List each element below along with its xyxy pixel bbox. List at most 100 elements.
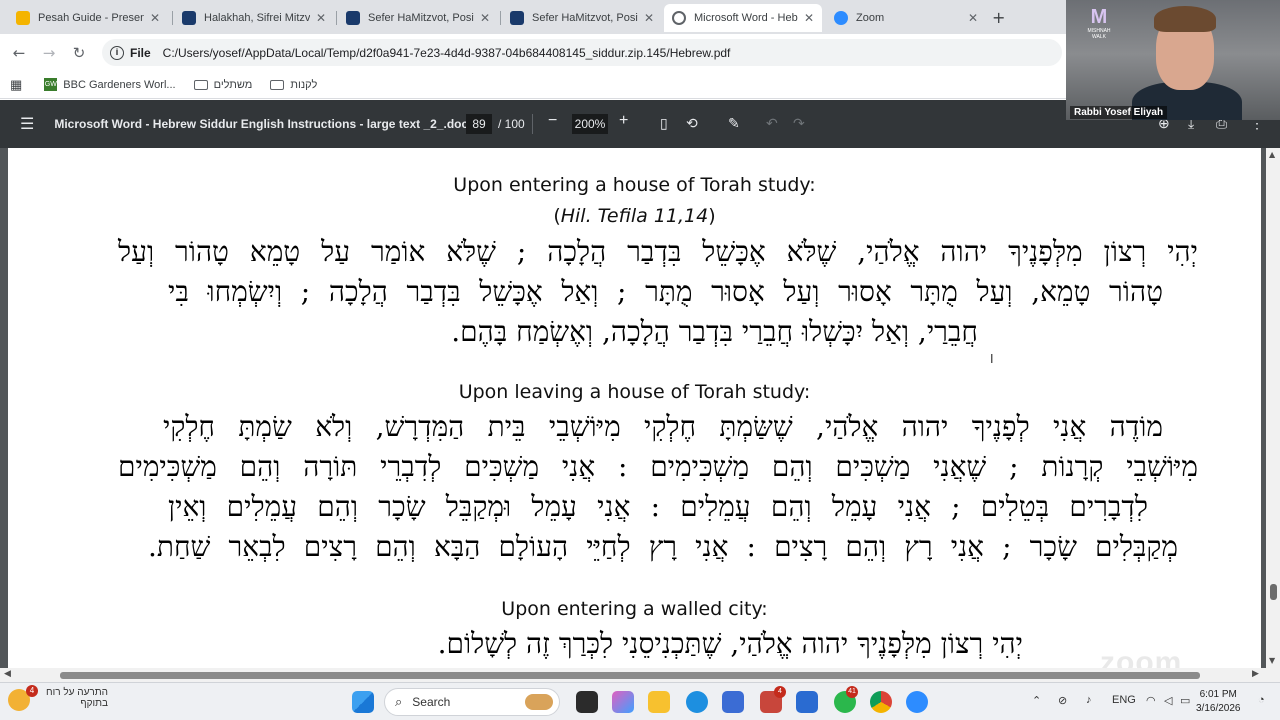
info-icon[interactable]: i (110, 45, 124, 60)
scroll-right-icon[interactable]: ▶ (1252, 669, 1259, 679)
close-icon[interactable]: ✕ (804, 11, 814, 25)
hebrew-line: מְקַבְּלִים שָׂכָר ; אֲנִי רָץ וְהֵם רָצ… (148, 530, 1178, 563)
zoom-app-icon[interactable] (906, 691, 928, 713)
fit-page-icon[interactable]: ▯ (660, 115, 668, 132)
hebrew-prayer-block: יְהִי רְצוֹן מִלְּפָנֶיךָ יהוה אֱלֹהַי, … (118, 232, 1198, 352)
weather-widget[interactable]: התרעה על רוח בתוקף (28, 687, 108, 709)
notification-badge: 4 (774, 686, 786, 698)
webcam-video-overlay: M MISHNAH WALK Rabbi Yosef Eliyah (1066, 0, 1280, 120)
wifi-icon[interactable]: ◠ (1146, 694, 1156, 707)
tab-label: Microsoft Word - Hebre (694, 12, 798, 24)
tab-microsoft-word-pdf[interactable]: Microsoft Word - Hebre ✕ (664, 4, 822, 32)
bookmark-bbc-gardeners[interactable]: GW BBC Gardeners Worl... (44, 78, 176, 91)
tab-label: Sefer HaMitzvot, Positiv (368, 12, 474, 24)
chevron-up-icon[interactable]: ⌃ (1032, 694, 1041, 707)
language-indicator[interactable]: ENG (1112, 694, 1136, 706)
folder-icon (193, 79, 208, 90)
close-icon[interactable]: ✕ (644, 11, 654, 25)
folder-icon (270, 79, 285, 90)
close-icon[interactable]: ✕ (316, 11, 326, 25)
tab-sefer-hamitzvot-2[interactable]: Sefer HaMitzvot, Positiv ✕ (502, 4, 662, 32)
close-icon[interactable]: ✕ (480, 11, 490, 25)
mishnah-walk-logo: M MISHNAH WALK (1084, 6, 1114, 62)
site-favicon-icon (346, 11, 360, 25)
zoom-in-button[interactable]: + (619, 112, 628, 130)
bookmark-folder-1[interactable]: משתלים (193, 79, 252, 91)
vertical-scroll-thumb[interactable] (1270, 584, 1277, 600)
outlook-icon[interactable] (796, 691, 818, 713)
section-heading: Upon entering a walled city: (501, 598, 768, 620)
citation-text: Hil. Tefila 11,14 (560, 205, 709, 227)
tab-zoom[interactable]: Zoom ✕ (826, 4, 986, 32)
task-view-icon[interactable] (576, 691, 598, 713)
redo-icon[interactable]: ↷ (793, 115, 805, 132)
scroll-down-icon[interactable]: ▼ (1269, 656, 1275, 665)
url-text[interactable]: C:/Users/yosef/AppData/Local/Temp/d2f0a9… (163, 46, 731, 60)
forward-arrow-icon[interactable]: → (34, 44, 64, 62)
microsoft-store-icon[interactable] (722, 691, 744, 713)
clock-time: 6:01 PM (1199, 689, 1237, 700)
system-clock[interactable]: 6:01 PM 3/16/2026 (1196, 688, 1241, 716)
vertical-scrollbar[interactable]: ▲ ▼ (1266, 148, 1280, 682)
hebrew-line: טָהוֹר טָמֵא, וְעַל מֻתָּר אָסוּר וְעַל … (168, 275, 1163, 308)
tab-separator (172, 11, 173, 25)
notification-bell-icon[interactable]: ◔ (1258, 694, 1265, 706)
search-label: Search (412, 695, 451, 709)
zoom-out-button[interactable]: − (548, 112, 557, 130)
logo-mark-icon: M (1090, 6, 1108, 28)
tab-halakhah[interactable]: Halakhah, Sifrei Mitzvot ✕ (174, 4, 334, 32)
windows-start-icon[interactable] (352, 691, 374, 713)
undo-icon[interactable]: ↶ (766, 115, 778, 132)
horizontal-scrollbar[interactable]: ◀ ▶ (0, 668, 1266, 682)
apps-grid-icon[interactable]: ▦ (10, 77, 22, 93)
battery-icon[interactable]: ▭ (1180, 694, 1190, 707)
zoom-level-input[interactable]: 200% (572, 114, 608, 134)
draw-annotation-icon[interactable]: ✎ (728, 115, 740, 132)
bookmark-label: BBC Gardeners Worl... (63, 78, 176, 91)
page-number-input[interactable]: 89 (466, 114, 492, 134)
speaker-hair (1154, 6, 1216, 32)
site-favicon-icon (182, 11, 196, 25)
weather-line-1: התרעה על רוח (46, 687, 108, 698)
bookmark-folder-2[interactable]: לקנות (270, 79, 317, 91)
hamburger-menu-icon[interactable]: ☰ (20, 114, 34, 134)
text-cursor-icon: I (990, 352, 994, 366)
gw-favicon-icon: GW (44, 78, 58, 91)
globe-icon (672, 11, 686, 25)
back-arrow-icon[interactable]: ← (4, 44, 34, 62)
windows-taskbar: 4 התרעה על רוח בתוקף ⌕ Search 4 41 ⌃ ⊘ ♪… (0, 682, 1280, 720)
reload-icon[interactable]: ↻ (64, 44, 94, 62)
new-tab-button[interactable]: + (992, 8, 1005, 27)
copilot-icon[interactable] (612, 691, 634, 713)
taskbar-search[interactable]: ⌕ Search (384, 688, 560, 716)
scroll-left-icon[interactable]: ◀ (4, 669, 11, 679)
hebrew-prayer-block: יְהִי רְצוֹן מִלְּפָנֶיךָ יהוה אֱלֹהַי, … (118, 624, 1198, 664)
address-bar[interactable]: i File C:/Users/yosef/AppData/Local/Temp… (102, 39, 1062, 66)
edge-browser-icon[interactable] (686, 691, 708, 713)
citation-open: ( (553, 205, 561, 227)
search-icon: ⌕ (395, 694, 403, 709)
tab-sefer-hamitzvot-1[interactable]: Sefer HaMitzvot, Positiv ✕ (338, 4, 498, 32)
notification-badge: 41 (846, 686, 858, 698)
search-highlight-icon (525, 694, 553, 710)
tab-label: Sefer HaMitzvot, Positiv (532, 12, 638, 24)
close-icon[interactable]: ✕ (968, 11, 978, 25)
section-heading: Upon leaving a house of Torah study: (458, 381, 811, 403)
volume-icon[interactable]: ◁ (1164, 694, 1172, 707)
tab-pesah-guide[interactable]: Pesah Guide - Presentati ✕ (8, 4, 168, 32)
scroll-up-icon[interactable]: ▲ (1269, 150, 1275, 159)
horizontal-scroll-thumb[interactable] (60, 672, 1200, 679)
file-explorer-icon[interactable] (648, 691, 670, 713)
pdf-viewport[interactable]: Upon entering a house of Torah study: (H… (0, 148, 1280, 682)
microphone-icon[interactable]: ♪ (1086, 694, 1092, 706)
pdf-page: Upon entering a house of Torah study: (H… (8, 148, 1261, 682)
network-off-icon[interactable]: ⊘ (1058, 694, 1067, 707)
slides-favicon-icon (16, 11, 30, 25)
weather-line-2: בתוקף (80, 698, 108, 709)
participant-name: Rabbi Yosef Eliyah (1070, 106, 1168, 119)
hebrew-line: יְהִי רְצוֹן מִלְּפָנֶיךָ יהוה אֱלֹהַי, … (118, 235, 1198, 268)
tab-label: Zoom (856, 12, 885, 24)
close-icon[interactable]: ✕ (150, 11, 160, 25)
rotate-icon[interactable]: ⟲ (686, 115, 698, 132)
chrome-icon[interactable] (870, 691, 892, 713)
